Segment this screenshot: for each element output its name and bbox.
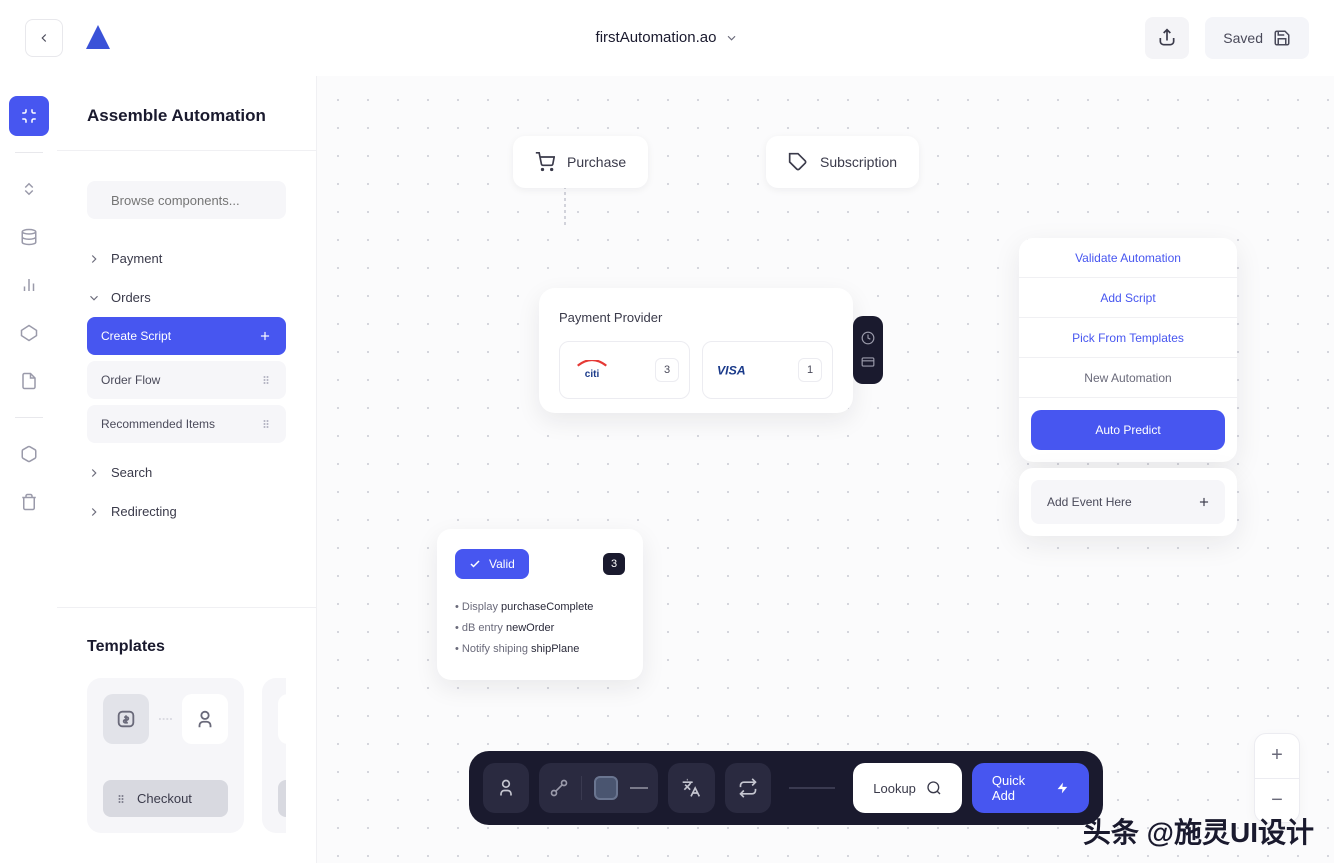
order-flow-item[interactable]: Order Flow <box>87 361 286 399</box>
line-tool[interactable] <box>630 787 648 789</box>
rail-transfer-icon[interactable] <box>9 169 49 209</box>
bottom-toolbar: Lookup Quick Add <box>469 751 1103 825</box>
grip-icon <box>260 374 272 386</box>
rail-chart-icon[interactable] <box>9 265 49 305</box>
pick-from-templates[interactable]: Pick From Templates <box>1019 318 1237 358</box>
user-tool[interactable] <box>483 763 529 813</box>
svg-text:VISA: VISA <box>717 364 746 378</box>
lookup-button[interactable]: Lookup <box>853 763 962 813</box>
tree-orders[interactable]: Orders <box>57 278 316 317</box>
new-automation[interactable]: New Automation <box>1019 358 1237 398</box>
connector-tool[interactable] <box>549 778 569 798</box>
template-2[interactable]: S <box>262 678 286 833</box>
bolt-icon <box>1056 781 1069 795</box>
provider-visa[interactable]: VISA 1 <box>702 341 833 399</box>
svg-text:citi: citi <box>585 369 600 380</box>
validate-automation[interactable]: Validate Automation <box>1019 238 1237 278</box>
tag-icon <box>278 694 286 744</box>
sidebar-title: Assemble Automation <box>57 76 316 150</box>
app-logo <box>83 23 113 53</box>
zoom-in-button[interactable]: + <box>1255 734 1299 779</box>
node-tools[interactable] <box>853 316 883 384</box>
tree-search[interactable]: Search <box>57 453 316 492</box>
rect-tool[interactable] <box>594 776 618 800</box>
save-icon <box>1273 29 1291 47</box>
recommended-items-item[interactable]: Recommended Items <box>87 405 286 443</box>
plus-icon <box>258 329 272 343</box>
zoom-out-button[interactable]: − <box>1255 779 1299 823</box>
document-title[interactable]: firstAutomation.ao <box>596 29 717 46</box>
valid-card[interactable]: Valid 3 • Display purchaseComplete • dB … <box>437 529 643 680</box>
grip-icon <box>115 793 127 805</box>
back-button[interactable] <box>25 19 63 57</box>
chevron-down-icon <box>87 291 101 305</box>
add-script[interactable]: Add Script <box>1019 278 1237 318</box>
rail-database-icon[interactable] <box>9 217 49 257</box>
rail-code-icon[interactable] <box>9 96 49 136</box>
tag-icon <box>788 152 808 172</box>
add-event-button[interactable]: Add Event Here <box>1031 480 1225 524</box>
template-checkout[interactable]: Checkout <box>87 678 244 833</box>
citi-logo: citi <box>574 360 610 380</box>
search-input-wrapper[interactable] <box>87 181 286 219</box>
share-button[interactable] <box>1145 17 1189 59</box>
zoom-control: + − <box>1254 733 1300 823</box>
chevron-left-icon <box>37 31 51 45</box>
tree-payment[interactable]: Payment <box>57 239 316 278</box>
provider-citi[interactable]: citi 3 <box>559 341 690 399</box>
card-icon <box>861 355 875 369</box>
share-icon <box>1157 28 1177 48</box>
clock-icon <box>861 331 875 345</box>
user-icon <box>182 694 228 744</box>
search-input[interactable] <box>111 193 287 208</box>
shape-tools <box>539 763 658 813</box>
rail-trash-icon[interactable] <box>9 482 49 522</box>
search-icon <box>926 780 942 796</box>
auto-predict-button[interactable]: Auto Predict <box>1031 410 1225 450</box>
translate-tool[interactable] <box>668 763 714 813</box>
swap-tool[interactable] <box>725 763 771 813</box>
create-script-item[interactable]: Create Script <box>87 317 286 355</box>
subscription-node[interactable]: Subscription <box>766 136 919 188</box>
plus-icon <box>1197 495 1211 509</box>
purchase-node[interactable]: Purchase <box>513 136 648 188</box>
tree-redirecting[interactable]: Redirecting <box>57 492 316 531</box>
chevron-right-icon <box>87 466 101 480</box>
payment-provider-card[interactable]: Payment Provider citi 3 VISA 1 <box>539 288 853 413</box>
action-panel: Validate Automation Add Script Pick From… <box>1019 238 1237 462</box>
chevron-down-icon[interactable] <box>724 31 738 45</box>
rail-file-icon[interactable] <box>9 361 49 401</box>
rail-hex-icon[interactable] <box>9 313 49 353</box>
event-panel: Add Event Here <box>1019 468 1237 536</box>
chevron-right-icon <box>87 252 101 266</box>
quick-add-button[interactable]: Quick Add <box>972 763 1089 813</box>
templates-title: Templates <box>87 638 286 656</box>
check-icon <box>469 558 481 570</box>
visa-logo: VISA <box>717 362 763 378</box>
cart-icon <box>535 152 555 172</box>
dollar-icon <box>103 694 149 744</box>
rail-package-icon[interactable] <box>9 434 49 474</box>
chevron-right-icon <box>87 505 101 519</box>
saved-button[interactable]: Saved <box>1205 17 1309 59</box>
grip-icon <box>260 418 272 430</box>
saved-label: Saved <box>1223 30 1263 46</box>
